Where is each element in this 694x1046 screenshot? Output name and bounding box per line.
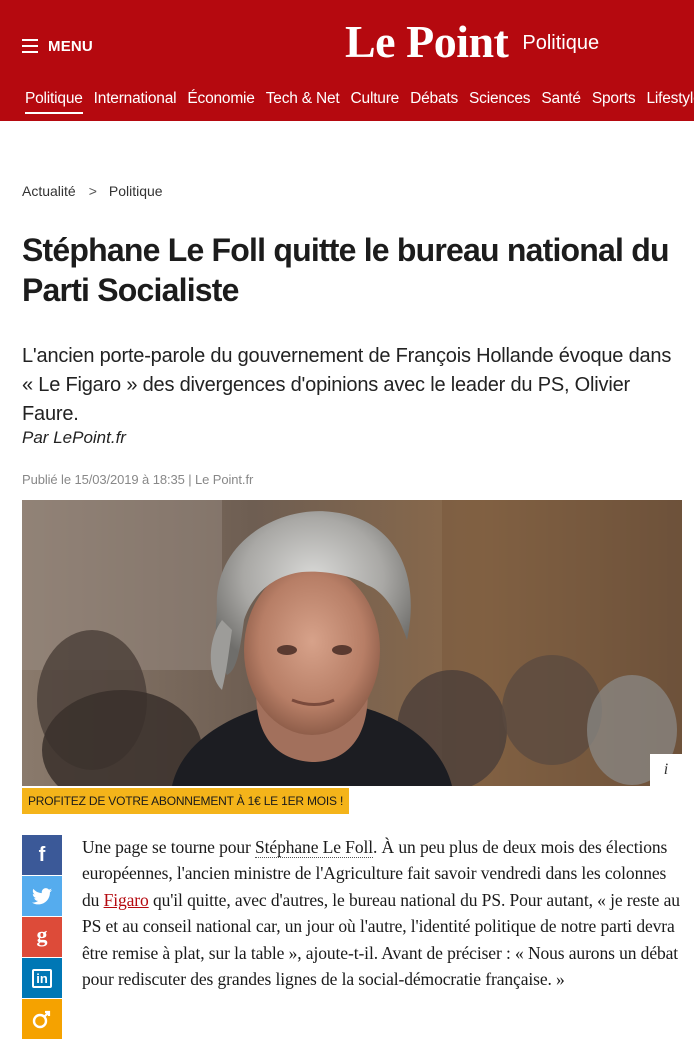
linkedin-icon: in <box>32 968 52 988</box>
article-lead: L'ancien porte-parole du gouvernement de… <box>22 345 672 425</box>
byline-prefix: Par <box>22 428 49 447</box>
facebook-share-button[interactable]: f <box>22 835 62 875</box>
nav-item-sports[interactable]: Sports <box>592 88 636 114</box>
google-plus-share-button[interactable]: g <box>22 917 62 957</box>
section-nav: Politique International Économie Tech & … <box>25 88 694 114</box>
nav-item-lifestyle[interactable]: Lifestyle <box>646 88 694 114</box>
photo-info-icon[interactable]: i <box>650 754 682 786</box>
twitter-share-button[interactable] <box>22 876 62 916</box>
chevron-right-icon: > <box>88 183 97 199</box>
subscription-promo[interactable]: PROFITEZ DE VOTRE ABONNEMENT À 1€ LE 1ER… <box>22 788 350 814</box>
menu-label: MENU <box>48 37 93 55</box>
article-title: Stéphane Le Foll quitte le bureau nation… <box>22 232 670 308</box>
nav-item-international[interactable]: International <box>94 88 177 114</box>
nav-item-sante[interactable]: Santé <box>541 88 581 114</box>
section-name[interactable]: Politique <box>522 32 599 55</box>
nav-item-sciences[interactable]: Sciences <box>469 88 530 114</box>
pocket-share-button[interactable] <box>22 999 62 1039</box>
facebook-icon: f <box>38 843 46 866</box>
pocket-icon <box>32 1010 51 1029</box>
nav-item-culture[interactable]: Culture <box>351 88 400 114</box>
nav-item-debats[interactable]: Débats <box>410 88 458 114</box>
body-text-segment: qu'il quitte, avec d'autres, le bureau n… <box>82 889 680 990</box>
google-plus-icon: g <box>36 922 48 947</box>
breadcrumb-item-politique[interactable]: Politique <box>109 183 163 199</box>
breadcrumb: Actualité > Politique <box>22 183 163 199</box>
nav-item-economie[interactable]: Économie <box>187 88 255 114</box>
site-logo[interactable]: Le Point <box>345 19 509 65</box>
brand: Le Point Politique <box>345 14 599 70</box>
link-figaro[interactable]: Figaro <box>104 890 149 910</box>
publish-meta: Publié le 15/03/2019 à 18:35 | Le Point.… <box>22 472 254 487</box>
site-header: MENU Le Point Politique Politique Intern… <box>0 0 694 121</box>
share-bar: f g in <box>22 835 62 1040</box>
portrait-image <box>22 500 682 786</box>
nav-item-politique[interactable]: Politique <box>25 88 83 114</box>
byline: Par LePoint.fr <box>22 428 126 448</box>
linkedin-share-button[interactable]: in <box>22 958 62 998</box>
hamburger-icon <box>22 39 38 53</box>
body-text-segment: Une page se tourne pour <box>82 837 256 857</box>
twitter-icon <box>32 887 52 904</box>
article-body: Une page se tourne pour Stéphane Le Foll… <box>82 834 682 992</box>
article-photo: i <box>22 500 682 786</box>
nav-item-tech-net[interactable]: Tech & Net <box>266 88 340 114</box>
menu-button[interactable]: MENU <box>22 34 93 58</box>
byline-author[interactable]: LePoint.fr <box>53 428 126 447</box>
tag-link-stephane-le-foll[interactable]: Stéphane Le Foll <box>255 837 373 858</box>
breadcrumb-item-actualite[interactable]: Actualité <box>22 183 76 199</box>
